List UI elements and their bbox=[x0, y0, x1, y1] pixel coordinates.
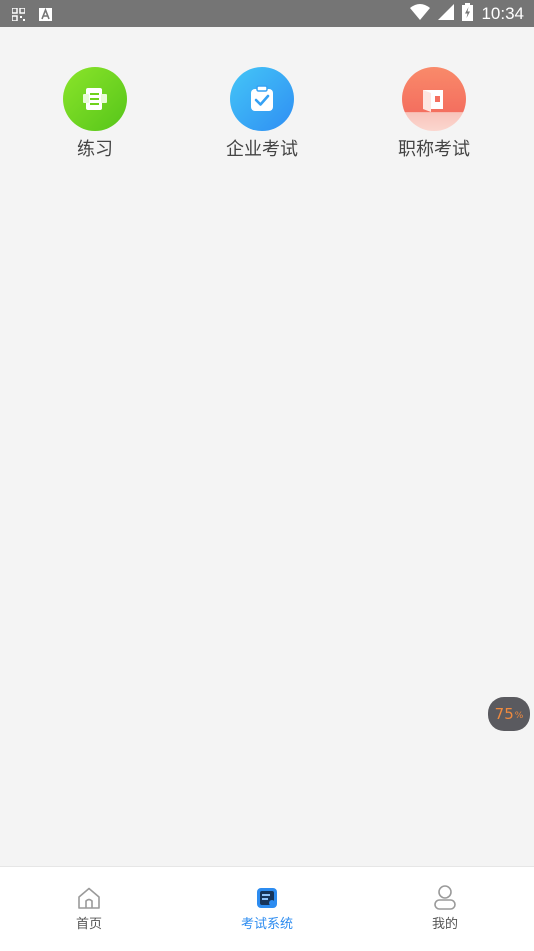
feature-title-exam[interactable]: 职称考试 bbox=[374, 67, 494, 161]
tab-label: 我的 bbox=[431, 917, 458, 932]
feature-practice[interactable]: 练习 bbox=[35, 67, 155, 161]
tab-label: 考试系统 bbox=[240, 917, 293, 932]
progress-badge[interactable]: 75% bbox=[488, 697, 530, 731]
tab-me[interactable]: 我的 bbox=[385, 885, 505, 932]
feature-label: 企业考试 bbox=[226, 139, 298, 160]
qr-icon bbox=[11, 6, 26, 25]
badge-value: 75 bbox=[494, 705, 514, 723]
home-icon bbox=[29, 885, 149, 911]
clipboard-check-icon bbox=[230, 67, 294, 131]
feature-label: 职称考试 bbox=[398, 139, 470, 160]
tab-home[interactable]: 首页 bbox=[29, 885, 149, 932]
status-time: 10:34 bbox=[481, 4, 524, 23]
wallet-icon bbox=[402, 67, 466, 131]
badge-unit: % bbox=[514, 711, 524, 721]
bottom-tab-bar: 首页 考试系统 我的 bbox=[0, 866, 534, 951]
practice-book-icon bbox=[63, 67, 127, 131]
tab-label: 首页 bbox=[75, 917, 102, 932]
signal-icon bbox=[438, 4, 455, 24]
feature-enterprise-exam[interactable]: 企业考试 bbox=[202, 67, 322, 161]
wifi-icon bbox=[410, 4, 431, 24]
feature-label: 练习 bbox=[77, 139, 113, 160]
user-icon bbox=[385, 885, 505, 911]
a-icon bbox=[39, 6, 52, 25]
tab-exam-system[interactable]: 考试系统 bbox=[207, 885, 327, 932]
battery-icon bbox=[462, 3, 474, 25]
status-bar: 10:34 bbox=[0, 0, 534, 27]
main-content: 练习 企业考试 职称考试 bbox=[0, 27, 534, 866]
exam-icon bbox=[207, 885, 327, 911]
